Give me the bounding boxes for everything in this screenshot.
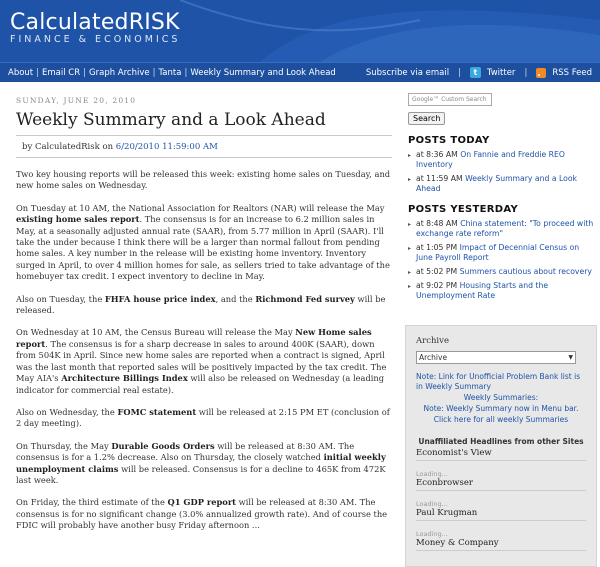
post-date: SUNDAY, JUNE 20, 2010 <box>16 96 137 105</box>
post-paragraph: Also on Tuesday, the FHFA house price in… <box>16 294 392 317</box>
menu-tanta[interactable]: Tanta <box>159 68 182 78</box>
feed-name[interactable]: Paul Krugman <box>416 508 586 521</box>
menu-separator: | <box>184 67 188 78</box>
menu-graph-archive[interactable]: Graph Archive <box>89 68 150 78</box>
post-paragraph: Two key housing reports will be released… <box>16 169 392 192</box>
bold-phrase: Architecture Billings Index <box>61 373 188 384</box>
rss-icon[interactable] <box>536 67 547 78</box>
text-run: . The consensus is for an increase to 6.… <box>16 214 390 282</box>
list-item: at 9:02 PM Housing Starts and the Unempl… <box>408 281 595 301</box>
bold-phrase: Durable Goods Orders <box>111 440 215 451</box>
list-item: at 8:36 AM On Fannie and Freddie REO Inv… <box>408 150 595 170</box>
feed-name[interactable]: Econbrowser <box>416 478 586 491</box>
post-time: at 5:02 PM <box>416 267 458 276</box>
text-run: Two key housing reports will be released… <box>16 169 391 191</box>
archive-dropdown[interactable]: Archive ▼ <box>416 351 576 364</box>
menu-separator: | <box>524 67 528 78</box>
feed-loading: Loading... <box>416 500 448 508</box>
post-paragraph: On Thursday, the May Durable Goods Order… <box>16 441 392 487</box>
post-byline: by CalculatedRisk on 6/20/2010 11:59:00 … <box>16 135 392 158</box>
site-brand[interactable]: CalculatedRISK FINANCE & ECONOMICS <box>10 10 180 45</box>
post-time: at 8:36 AM <box>416 150 458 159</box>
menu-bar: About | Email CR | Graph Archive | Tanta… <box>0 62 600 82</box>
feed-loading: Loading... <box>416 530 448 538</box>
feed-loading: Loading... <box>416 470 448 478</box>
menu-separator: | <box>36 67 40 78</box>
post-paragraph: On Tuesday at 10 AM, the National Associ… <box>16 203 392 283</box>
post-body: Two key housing reports will be released… <box>16 169 392 532</box>
text-run: , and the <box>215 293 256 304</box>
menu-separator: | <box>458 67 461 78</box>
site-subtitle: FINANCE & ECONOMICS <box>10 34 181 45</box>
menu-separator: | <box>152 67 156 78</box>
menu-weekly-summary[interactable]: Weekly Summary and Look Ahead <box>190 68 336 78</box>
twitter-link[interactable]: Twitter <box>487 68 516 78</box>
sidebar: Google™ Custom Search Search POSTS TODAY… <box>405 93 595 301</box>
archive-selected-value: Archive <box>419 353 448 362</box>
site-header: CalculatedRISK FINANCE & ECONOMICS <box>0 0 600 62</box>
weekly-summaries-link[interactable]: Click here for all weekly Summaries <box>406 415 596 425</box>
posts-yesterday-heading: POSTS YESTERDAY <box>408 204 518 215</box>
posts-today-heading: POSTS TODAY <box>408 135 490 146</box>
twitter-icon[interactable]: t <box>469 67 481 78</box>
post-time: at 11:59 AM <box>416 174 463 183</box>
main-content: SUNDAY, JUNE 20, 2010 Weekly Summary and… <box>0 83 600 567</box>
weekly-summaries-label: Weekly Summaries: <box>463 393 539 402</box>
post-link[interactable]: Summers cautious about recovery <box>460 267 592 276</box>
menu-separator: | <box>83 67 87 78</box>
menu-email-cr[interactable]: Email CR <box>42 68 80 78</box>
menu-about[interactable]: About <box>8 68 33 78</box>
feed-list: Economist's View Loading... Econbrowser … <box>416 448 596 551</box>
bold-phrase: existing home sales report <box>16 214 140 225</box>
subscribe-email-link[interactable]: Subscribe via email <box>366 68 449 78</box>
text-run: Also on Tuesday, the <box>16 293 105 304</box>
blog-post: SUNDAY, JUNE 20, 2010 Weekly Summary and… <box>16 83 392 532</box>
post-time: at 9:02 PM <box>416 281 458 290</box>
rss-feed-link[interactable]: RSS Feed <box>552 68 592 78</box>
site-title[interactable]: CalculatedRISK <box>10 10 180 35</box>
archive-title: Archive <box>416 336 449 346</box>
posts-yesterday-list: at 8:48 AM China statement: "To proceed … <box>405 219 595 301</box>
posts-today-list: at 8:36 AM On Fannie and Freddie REO Inv… <box>405 150 595 194</box>
bold-phrase: FOMC statement <box>117 406 197 417</box>
bold-phrase: Q1 GDP report <box>167 497 237 508</box>
feed-name[interactable]: Economist's View <box>416 448 586 461</box>
list-item: at 1:05 PM Impact of Decennial Census on… <box>408 243 595 263</box>
byline-author: by CalculatedRisk on <box>22 142 114 152</box>
bold-phrase: FHFA house price index <box>104 293 216 304</box>
text-run: On Thursday, the May <box>16 440 112 451</box>
text-run: On Friday, the third estimate of the <box>16 497 168 508</box>
post-title[interactable]: Weekly Summary and a Look Ahead <box>16 110 392 130</box>
text-run: On Wednesday at 10 AM, the Census Bureau… <box>16 327 296 338</box>
list-item: at 11:59 AM Weekly Summary and a Look Ah… <box>408 174 595 194</box>
weekly-summary-note: Note: Weekly Summary now in Menu bar. <box>423 404 579 413</box>
menu-right: Subscribe via email | t Twitter | RSS Fe… <box>366 67 592 78</box>
list-item: at 5:02 PM Summers cautious about recove… <box>408 267 595 278</box>
unaffiliated-headlines-heading: Unaffiliated Headlines from other Sites <box>418 437 584 446</box>
sidebar-archive-panel: Archive Archive ▼ Note: Link for Unoffic… <box>405 325 597 567</box>
post-time: at 1:05 PM <box>416 243 458 252</box>
text-run: Also on Wednesday, the <box>16 406 118 417</box>
search-button[interactable]: Search <box>408 112 446 125</box>
bold-phrase: Richmond Fed survey <box>255 293 355 304</box>
search-input[interactable]: Google™ Custom Search <box>408 93 492 106</box>
post-time: at 8:48 AM <box>416 219 458 228</box>
chevron-down-icon: ▼ <box>568 354 573 361</box>
post-timestamp-link[interactable]: 6/20/2010 11:59:00 AM <box>116 142 218 152</box>
problem-bank-note[interactable]: Note: Link for Unofficial Problem Bank l… <box>416 372 586 392</box>
text-run: On Tuesday at 10 AM, the National Associ… <box>16 202 385 213</box>
post-paragraph: On Wednesday at 10 AM, the Census Bureau… <box>16 327 392 395</box>
post-paragraph: On Friday, the third estimate of the Q1 … <box>16 497 392 531</box>
feed-name[interactable]: Money & Company <box>416 538 586 551</box>
list-item: at 8:48 AM China statement: "To proceed … <box>408 219 595 239</box>
post-paragraph: Also on Wednesday, the FOMC statement wi… <box>16 407 392 430</box>
